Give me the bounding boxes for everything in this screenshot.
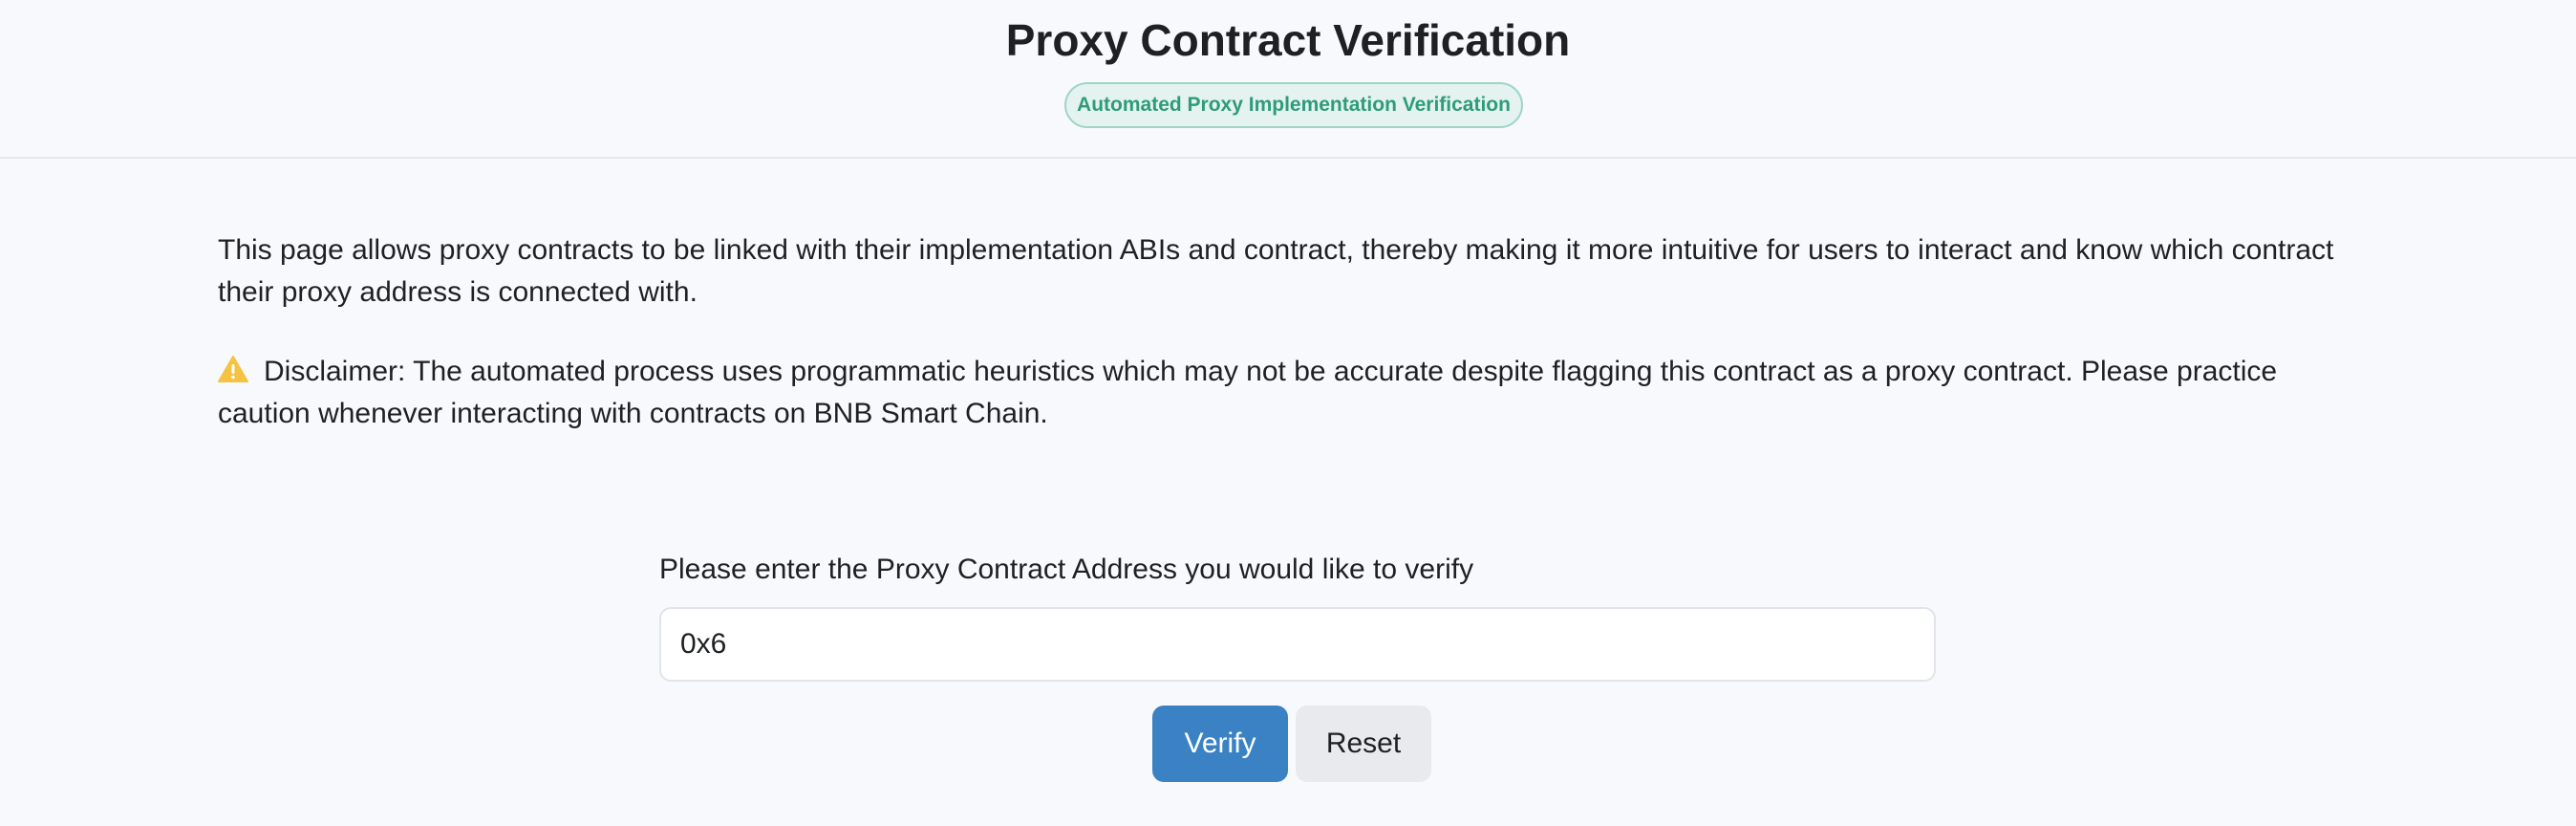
page-title: Proxy Contract Verification (1005, 15, 1571, 65)
verify-button[interactable]: Verify (1152, 706, 1288, 782)
address-label: Please enter the Proxy Contract Address … (659, 554, 1474, 585)
reset-button[interactable]: Reset (1296, 706, 1431, 782)
proxy-address-input[interactable] (659, 607, 1936, 682)
disclaimer-text: Disclaimer: The automated process uses p… (218, 356, 2278, 429)
main-content: This page allows proxy contracts to be l… (218, 229, 2358, 429)
proxy-verification-page: Proxy Contract Verification Automated Pr… (0, 0, 2576, 826)
status-badge: Automated Proxy Implementation Verificat… (1064, 82, 1523, 128)
verify-form: Please enter the Proxy Contract Address … (659, 551, 1936, 782)
intro-text: This page allows proxy contracts to be l… (218, 234, 2334, 308)
disclaimer: Disclaimer: The automated process uses p… (218, 351, 2358, 435)
warning-triangle-icon (218, 356, 248, 382)
page-header: Proxy Contract Verification Automated Pr… (0, 0, 2576, 159)
